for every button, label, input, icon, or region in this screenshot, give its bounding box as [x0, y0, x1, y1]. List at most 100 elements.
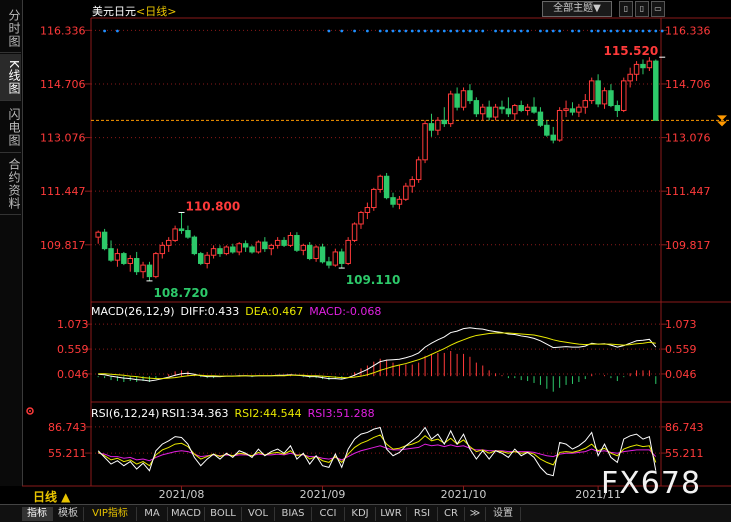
candle-body: [159, 244, 166, 255]
event-dot: [500, 29, 504, 33]
candle-body: [435, 119, 441, 131]
event-dot: [423, 29, 427, 33]
annotation-label: 110.800: [186, 199, 241, 213]
y-tick-label-right: 86.743: [665, 421, 704, 434]
event-dot: [474, 29, 478, 33]
indicator-tab-11[interactable]: RSI: [407, 507, 438, 521]
candle-body: [204, 254, 210, 264]
candle-body: [210, 248, 217, 256]
candle-body: [140, 264, 146, 273]
x-tick-label: 2021/09: [300, 488, 346, 501]
annotation-label: 108.720: [153, 286, 208, 300]
event-dot: [641, 29, 645, 33]
candle-body: [460, 90, 467, 108]
candle-body: [409, 179, 415, 187]
record-icon-dot: [29, 410, 31, 412]
event-dot: [526, 29, 530, 33]
event-dot: [404, 29, 408, 33]
macd-legend: MACD(26,12,9) DIFF:0.433 DEA:0.467 MACD:-0.…: [91, 305, 387, 318]
annotation-label: 109.110: [346, 273, 401, 287]
candle-body: [383, 175, 390, 199]
event-dot: [596, 29, 600, 33]
candle-body: [563, 108, 569, 111]
indicator-tab-13[interactable]: ≫: [465, 507, 486, 521]
y-tick-label-right: 114.706: [665, 78, 711, 91]
candle-body: [646, 60, 653, 69]
y-tick-label-right: 0.559: [665, 343, 697, 356]
event-dot: [615, 29, 619, 33]
candle-body: [223, 246, 230, 255]
indicator-tab-0[interactable]: 指标: [22, 507, 53, 521]
candle-body: [95, 231, 101, 238]
candle-body: [582, 100, 589, 108]
rsi1-label: RSI1:34.363: [161, 407, 229, 420]
event-dot: [378, 29, 382, 33]
y-tick-label-left: 1.073: [57, 318, 89, 331]
rsi3-label: RSI3:51.288: [307, 407, 375, 420]
candle-body: [133, 258, 140, 273]
candle-body: [467, 90, 473, 102]
event-dot: [519, 29, 523, 33]
indicator-tab-7[interactable]: BIAS: [275, 507, 312, 521]
indicator-tab-12[interactable]: CR: [438, 507, 465, 521]
indicator-tab-3[interactable]: MA: [137, 507, 168, 521]
indicator-tab-5[interactable]: BOLL: [205, 507, 242, 521]
indicator-tab-8[interactable]: CCI: [312, 507, 345, 521]
candle-body: [262, 241, 268, 250]
y-tick-label-left: 0.559: [57, 343, 89, 356]
y-tick-label-right: 116.336: [665, 24, 711, 37]
period-selector[interactable]: 日线 ▲: [33, 488, 70, 505]
candle-body: [287, 234, 294, 246]
indicator-tab-10[interactable]: LWR: [376, 507, 407, 521]
event-dot: [391, 29, 395, 33]
rsi-legend: RSI(6,12,24) RSI1:34.363 RSI2:44.544 RSI3:5…: [91, 407, 381, 420]
candle-body: [326, 261, 332, 266]
y-tick-label-left: 116.336: [40, 24, 86, 37]
indicator-tab-6[interactable]: VOL: [242, 507, 275, 521]
event-dot: [603, 29, 606, 33]
event-dot: [558, 29, 562, 33]
candle-body: [614, 105, 621, 111]
candle-body: [236, 243, 242, 253]
candle-body: [332, 251, 339, 266]
y-tick-label-right: 0.046: [665, 368, 697, 381]
candle-body: [518, 105, 524, 111]
candle-body: [364, 207, 371, 213]
rsi1-line: [97, 426, 657, 477]
candle-body: [422, 123, 428, 161]
candle-body: [108, 248, 114, 261]
candle-body: [345, 239, 351, 264]
chart-canvas[interactable]: 116.336 116.336 114.706 114.706 113.076 113.0…: [0, 0, 731, 522]
candle-body: [300, 244, 307, 251]
candle-body: [114, 253, 121, 261]
event-dot: [436, 29, 440, 33]
candle-body: [524, 106, 531, 111]
indicator-tab-1[interactable]: 模板: [53, 507, 84, 521]
candle-body: [415, 159, 422, 181]
event-dot: [353, 29, 356, 33]
candle-body: [230, 246, 236, 253]
event-dot: [116, 29, 119, 33]
candle-body: [351, 223, 358, 241]
indicator-tab-4[interactable]: MACD: [168, 507, 205, 521]
indicator-tab-2[interactable]: VIP指标: [84, 507, 137, 521]
candle-body: [492, 106, 499, 118]
candle-body: [358, 211, 364, 225]
indicator-tab-14[interactable]: 设置: [486, 507, 521, 521]
candle-body: [569, 108, 576, 113]
indicator-tab-9[interactable]: KDJ: [345, 507, 376, 521]
event-dot: [455, 29, 459, 33]
y-tick-label-left: 0.046: [57, 368, 89, 381]
event-dot: [545, 29, 549, 33]
event-dot: [590, 29, 594, 33]
candle-body: [499, 106, 505, 110]
candle-body: [313, 246, 319, 260]
indicator-toolbar: 指标 模板 VIP指标 MA MACD BOLL VOL BIAS CCI KDJ LWR RSI CR…: [0, 504, 731, 522]
candle-body: [396, 198, 403, 205]
dea-label: DEA:0.467: [245, 305, 304, 318]
y-tick-label-left: 111.447: [40, 185, 86, 198]
event-dot: [539, 29, 542, 33]
event-dot: [385, 29, 389, 33]
y-tick-label-left: 114.706: [40, 78, 86, 91]
candle-body: [306, 244, 313, 260]
